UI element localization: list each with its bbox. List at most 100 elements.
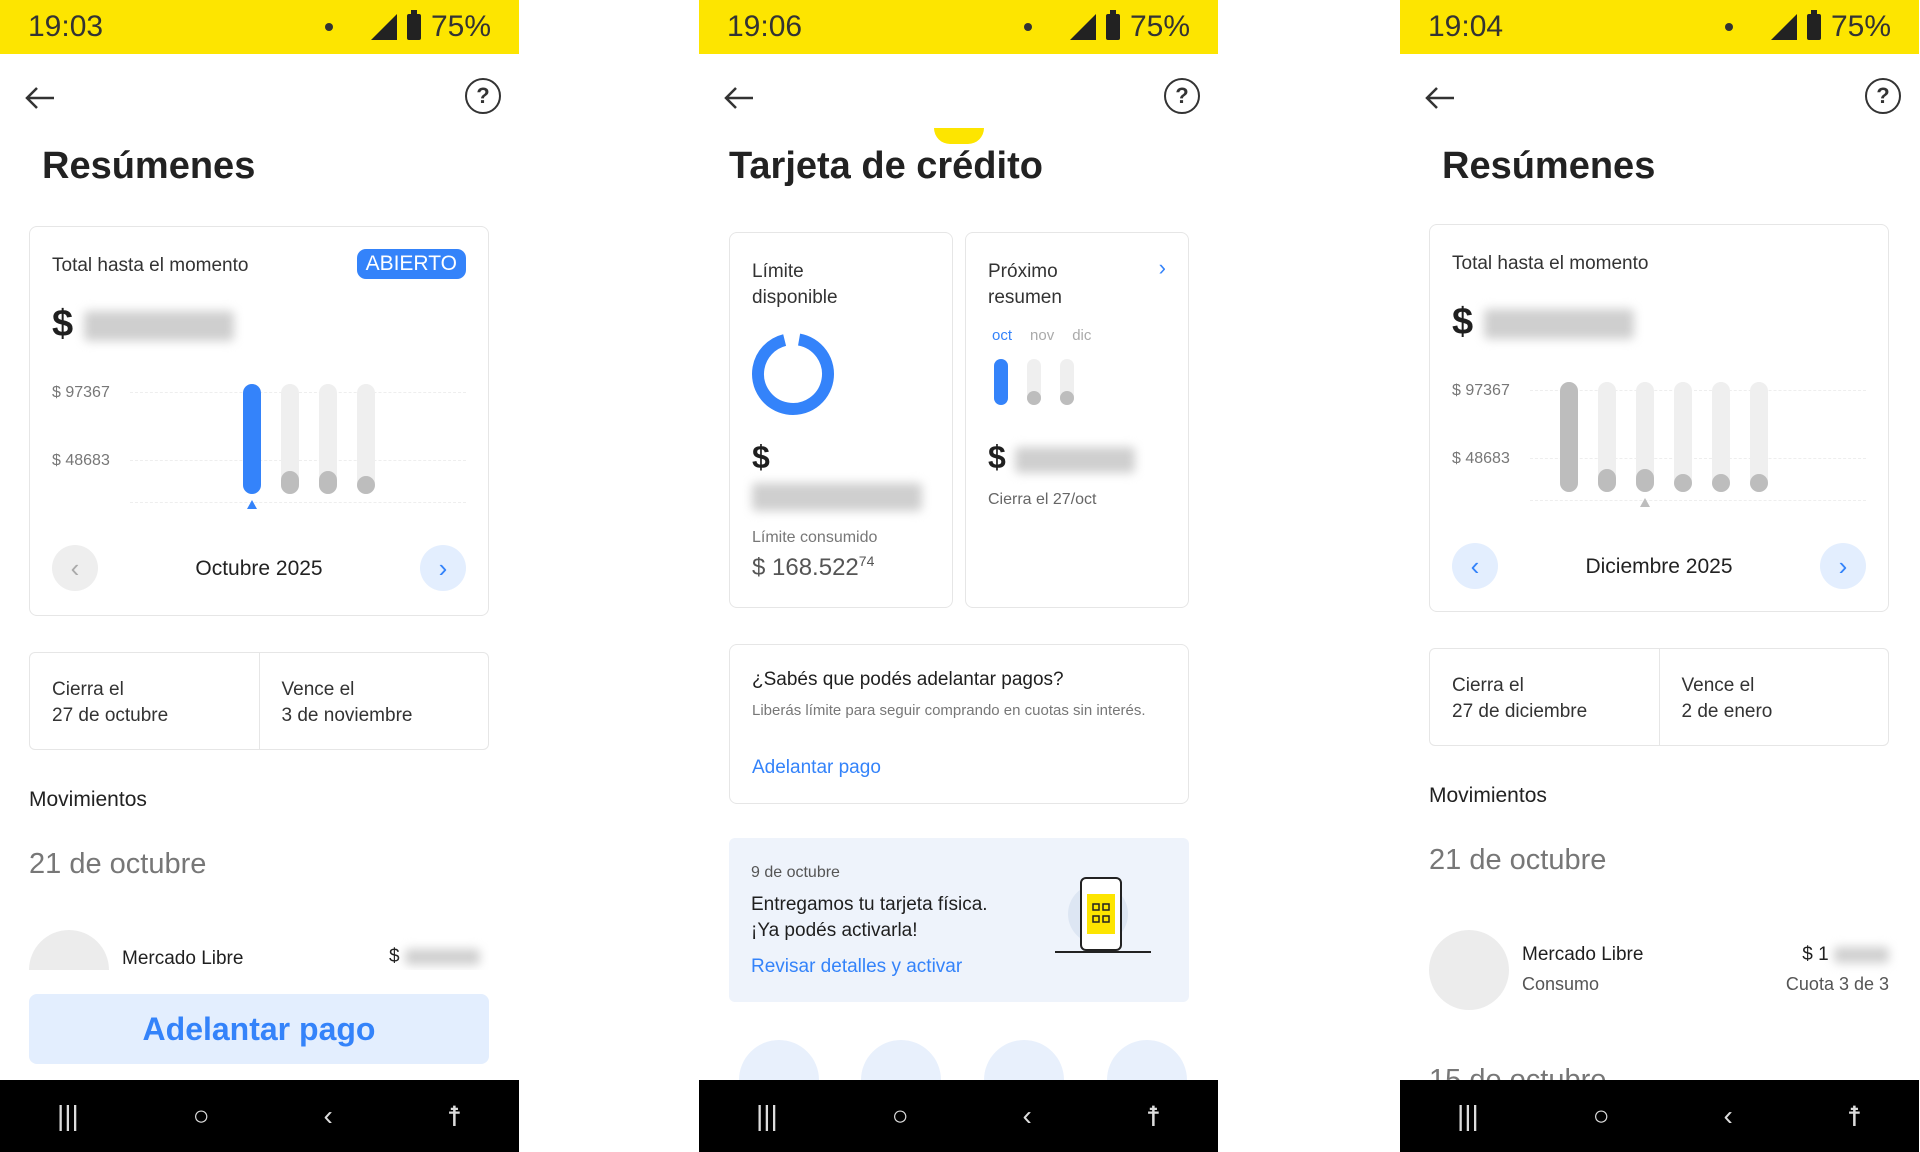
month-dic[interactable]: dic <box>1072 327 1091 344</box>
selected-marker-icon <box>247 500 257 509</box>
signal-icon <box>370 14 397 40</box>
merchant-name: Mercado Libre <box>122 948 244 969</box>
recent-apps-icon[interactable]: ||| <box>57 1100 79 1132</box>
home-icon[interactable]: ○ <box>193 1100 210 1132</box>
battery-level: 75% <box>1830 10 1891 43</box>
status-time: 19:03 <box>28 10 104 43</box>
accessibility-icon[interactable]: ☨ <box>447 1100 462 1133</box>
help-icon[interactable]: ? <box>1865 78 1901 114</box>
closes-date: Cierra el 27/oct <box>988 491 1097 508</box>
next-amount: $ <box>988 439 1135 476</box>
movements-heading: Movimientos <box>29 788 147 811</box>
mini-bar-value <box>1027 391 1041 405</box>
notice-line-2: ¡Ya podés activarla! <box>751 920 918 941</box>
recent-apps-icon[interactable]: ||| <box>1457 1100 1479 1132</box>
shortcut-pause-icon[interactable] <box>861 1040 941 1080</box>
closes-label: Cierra el <box>52 679 124 700</box>
movement-row[interactable]: Mercado Libre Consumo $ 1 Cuota 3 de 3 <box>1429 928 1889 1012</box>
back-icon[interactable]: ‹ <box>1023 1100 1032 1132</box>
shortcut-row <box>739 1040 1199 1080</box>
status-bar: 19:03 75% <box>0 0 519 54</box>
date-header: 21 de octubre <box>29 848 207 880</box>
promo-link[interactable]: Adelantar pago <box>752 757 881 779</box>
summary-card: Total hasta el momento ABIERTO $ $ 97367… <box>29 226 489 616</box>
android-navbar: ||| ○ ‹ ☨ <box>1400 1080 1919 1152</box>
android-navbar: ||| ○ ‹ ☨ <box>699 1080 1218 1152</box>
next-summary-label: Próximo <box>988 261 1058 282</box>
card-delivery-notice: 9 de octubre Entregamos tu tarjeta físic… <box>729 838 1189 1002</box>
notice-line-1: Entregamos tu tarjeta física. <box>751 894 988 915</box>
accessibility-icon[interactable]: ☨ <box>1847 1100 1862 1133</box>
y-tick-high: $ 97367 <box>52 384 110 401</box>
notification-dot-icon <box>1724 23 1733 31</box>
shortcut-card-icon[interactable] <box>739 1040 819 1080</box>
bar-value <box>357 476 375 494</box>
accessibility-icon[interactable]: ☨ <box>1146 1100 1161 1133</box>
battery-level: 75% <box>1129 10 1190 43</box>
month-bars-chart[interactable] <box>1560 382 1870 512</box>
total-label: Total hasta el momento <box>1452 253 1649 274</box>
mercadolibre-logo-icon <box>1429 930 1509 1010</box>
y-tick-high: $ 97367 <box>1452 382 1510 399</box>
activate-card-link[interactable]: Revisar detalles y activar <box>751 956 962 978</box>
consumed-label: Límite consumido <box>752 529 878 546</box>
bar-value <box>1674 474 1692 492</box>
shortcut-cards-icon[interactable] <box>984 1040 1064 1080</box>
mercadolibre-logo-icon <box>29 930 109 970</box>
help-icon[interactable]: ? <box>1164 78 1200 114</box>
phone-card-illustration-icon <box>1055 877 1151 953</box>
home-icon[interactable]: ○ <box>892 1100 909 1132</box>
month-oct[interactable]: oct <box>992 327 1012 344</box>
month-nov[interactable]: nov <box>1030 327 1054 344</box>
next-month-button[interactable]: › <box>1820 543 1866 589</box>
y-tick-mid: $ 48683 <box>1452 450 1510 467</box>
back-arrow-icon[interactable] <box>22 80 58 116</box>
mini-bar-value <box>994 359 1008 405</box>
limit-card[interactable]: Límite disponible $ Límite consumido $ 1… <box>729 232 953 608</box>
screen-resumenes-diciembre: 19:04 75% ? Resúmenes Total hasta el mom… <box>1400 0 1919 1152</box>
bar-value <box>1636 469 1654 492</box>
back-arrow-icon[interactable] <box>1422 80 1458 116</box>
status-time: 19:04 <box>1428 10 1504 43</box>
y-tick-mid: $ 48683 <box>52 452 110 469</box>
total-label: Total hasta el momento <box>52 255 249 276</box>
selected-marker-icon <box>1640 498 1650 507</box>
back-arrow-icon[interactable] <box>721 80 757 116</box>
bar-value <box>1712 474 1730 492</box>
page-title: Tarjeta de crédito <box>729 145 1043 187</box>
next-month-button[interactable]: › <box>420 545 466 591</box>
due-label: Vence el <box>281 679 355 700</box>
back-icon[interactable]: ‹ <box>1724 1100 1733 1132</box>
month-bars-chart[interactable] <box>130 384 470 514</box>
total-amount: $ <box>52 303 234 346</box>
help-icon[interactable]: ? <box>465 78 501 114</box>
date-header: 21 de octubre <box>1429 844 1607 876</box>
status-bar: 19:06 75% <box>699 0 1218 54</box>
back-icon[interactable]: ‹ <box>324 1100 333 1132</box>
page-title: Resúmenes <box>42 145 256 187</box>
shortcut-promo-icon[interactable] <box>1107 1040 1187 1080</box>
battery-icon <box>406 10 421 40</box>
notification-dot-icon <box>324 23 333 31</box>
promo-title: ¿Sabés que podés adelantar pagos? <box>752 669 1064 690</box>
movement-amount: $ 1 <box>1802 944 1889 966</box>
bar-value <box>281 471 299 494</box>
screen-tarjeta-credito: 19:06 75% ? Tarjeta de crédito Límite di… <box>699 0 1218 1152</box>
status-bar: 19:04 75% <box>1400 0 1919 54</box>
next-summary-card[interactable]: Próximo resumen › oct nov dic $ Cierra e… <box>965 232 1189 608</box>
recent-apps-icon[interactable]: ||| <box>756 1100 778 1132</box>
screen-resumenes-octubre: 19:03 75% ? Resúmenes Total hasta el mom… <box>0 0 519 1152</box>
status-time: 19:06 <box>727 10 803 43</box>
adelantar-pago-button[interactable]: Adelantar pago <box>29 994 489 1064</box>
due-label: Vence el <box>1681 675 1755 696</box>
home-icon[interactable]: ○ <box>1593 1100 1610 1132</box>
dates-card: Cierra el 27 de diciembre Vence el 2 de … <box>1429 648 1889 746</box>
movement-row[interactable]: Mercado Libre $ <box>29 930 489 970</box>
bar-value <box>1598 469 1616 492</box>
bar-value <box>243 384 261 494</box>
bar-value <box>1560 382 1578 492</box>
closes-value: 27 de diciembre <box>1452 701 1588 722</box>
chevron-right-icon[interactable]: › <box>1159 255 1166 281</box>
merchant-sub: Consumo <box>1522 974 1600 994</box>
blurred-amount <box>1483 308 1634 339</box>
